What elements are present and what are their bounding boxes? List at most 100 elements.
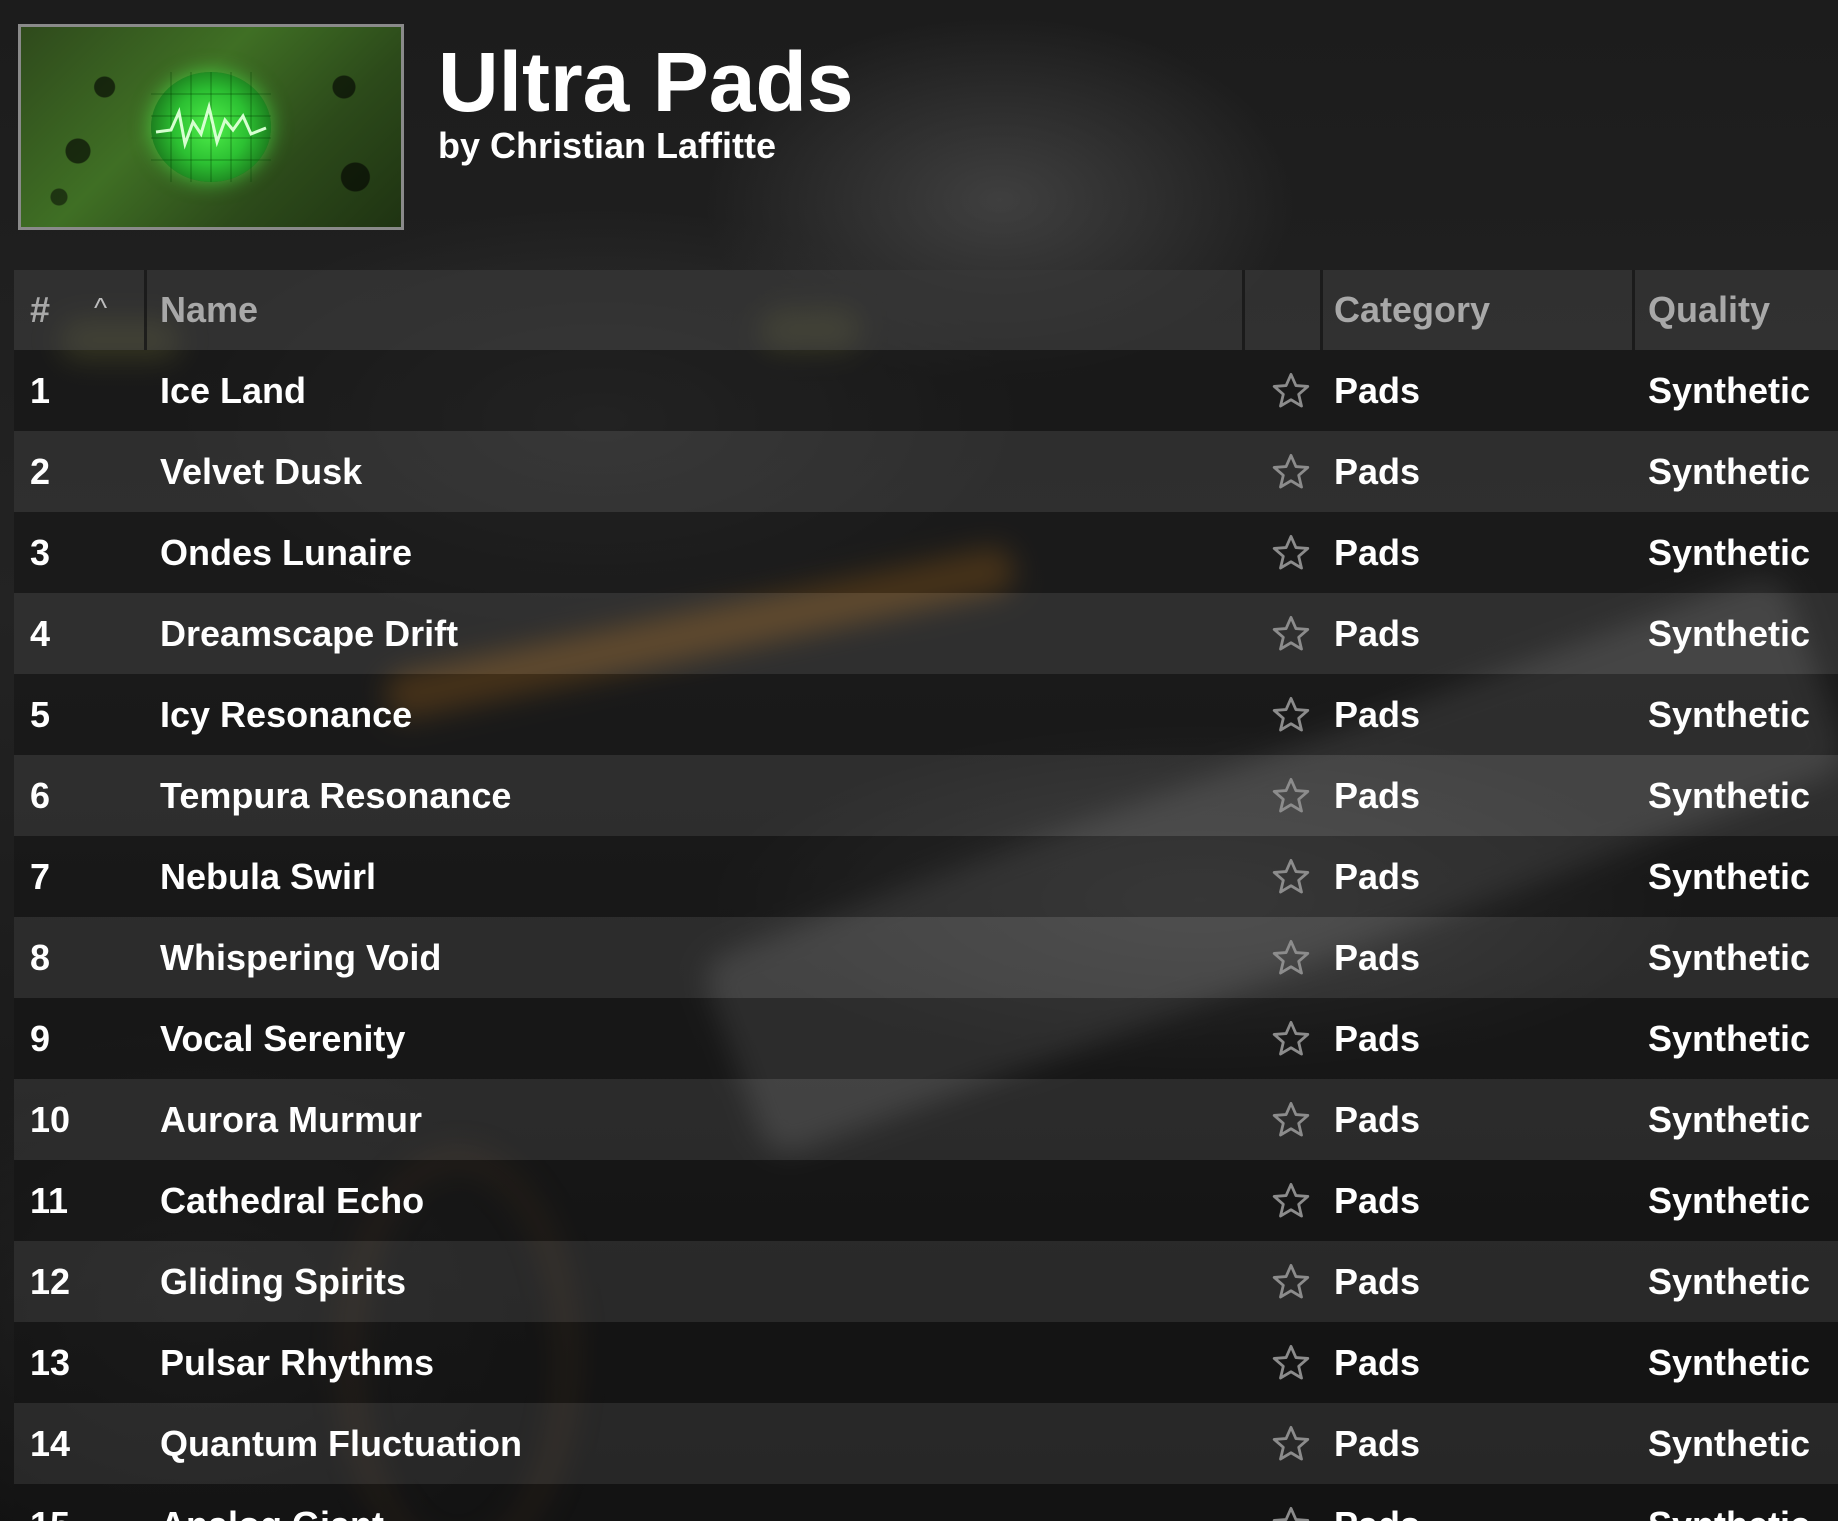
table-row[interactable]: 10 Aurora Murmur Pads Synthetic <box>14 1079 1838 1160</box>
column-divider[interactable] <box>1320 270 1323 350</box>
star-outline-icon <box>1272 939 1310 974</box>
favorite-button[interactable] <box>1256 1484 1326 1521</box>
preset-name: Gliding Spirits <box>160 1260 407 1302</box>
star-outline-icon <box>1272 1506 1310 1521</box>
star-outline-icon <box>1272 777 1310 812</box>
star-outline-icon <box>1272 615 1310 650</box>
column-header-name[interactable]: Name <box>160 270 1240 350</box>
favorite-button[interactable] <box>1256 1241 1326 1322</box>
preset-name: Nebula Swirl <box>160 855 377 897</box>
preset-category: Pads <box>1334 612 1421 654</box>
preset-category: Pads <box>1334 369 1421 411</box>
table-row[interactable]: 5 Icy Resonance Pads Synthetic <box>14 674 1838 755</box>
column-header-favorite[interactable] <box>1256 270 1326 350</box>
preset-quality: Synthetic <box>1648 1179 1811 1221</box>
star-outline-icon <box>1272 696 1310 731</box>
preset-number: 4 <box>30 612 51 654</box>
favorite-button[interactable] <box>1256 674 1326 755</box>
column-header-category[interactable]: Category <box>1334 270 1634 350</box>
preset-number: 10 <box>30 1098 71 1140</box>
star-outline-icon <box>1272 1344 1310 1379</box>
favorite-button[interactable] <box>1256 512 1326 593</box>
preset-category: Pads <box>1334 1179 1421 1221</box>
preset-browser: Ultra Pads by Christian Laffitte # ^ Nam… <box>0 0 1838 1521</box>
pack-artwork <box>18 24 404 230</box>
column-header-number[interactable]: # <box>30 270 90 350</box>
table-row[interactable]: 4 Dreamscape Drift Pads Synthetic <box>14 593 1838 674</box>
star-outline-icon <box>1272 1101 1310 1136</box>
preset-number: 5 <box>30 693 51 735</box>
favorite-button[interactable] <box>1256 593 1326 674</box>
preset-number: 9 <box>30 1017 51 1059</box>
table-row[interactable]: 8 Whispering Void Pads Synthetic <box>14 917 1838 998</box>
preset-name: Aurora Murmur <box>160 1098 423 1140</box>
favorite-button[interactable] <box>1256 350 1326 431</box>
table-row[interactable]: 9 Vocal Serenity Pads Synthetic <box>14 998 1838 1079</box>
preset-quality: Synthetic <box>1648 1017 1811 1059</box>
preset-quality: Synthetic <box>1648 369 1811 411</box>
favorite-button[interactable] <box>1256 755 1326 836</box>
preset-category: Pads <box>1334 1341 1421 1383</box>
favorite-button[interactable] <box>1256 836 1326 917</box>
star-outline-icon <box>1272 1182 1310 1217</box>
table-row[interactable]: 13 Pulsar Rhythms Pads Synthetic <box>14 1322 1838 1403</box>
column-divider[interactable] <box>144 270 147 350</box>
preset-name: Cathedral Echo <box>160 1179 425 1221</box>
pack-header: Ultra Pads by Christian Laffitte <box>18 24 1818 234</box>
favorite-button[interactable] <box>1256 917 1326 998</box>
column-divider[interactable] <box>1242 270 1245 350</box>
star-outline-icon <box>1272 372 1310 407</box>
sort-ascending-icon[interactable]: ^ <box>94 292 107 324</box>
favorite-button[interactable] <box>1256 431 1326 512</box>
table-row[interactable]: 3 Ondes Lunaire Pads Synthetic <box>14 512 1838 593</box>
table-header: # ^ Name Category Quality <box>14 270 1838 350</box>
table-row[interactable]: 11 Cathedral Echo Pads Synthetic <box>14 1160 1838 1241</box>
star-outline-icon <box>1272 1263 1310 1298</box>
preset-quality: Synthetic <box>1648 531 1811 573</box>
preset-number: 7 <box>30 855 51 897</box>
column-divider[interactable] <box>1632 270 1635 350</box>
preset-name: Vocal Serenity <box>160 1017 406 1059</box>
preset-quality: Synthetic <box>1648 1341 1811 1383</box>
preset-number: 3 <box>30 531 51 573</box>
preset-quality: Synthetic <box>1648 1484 1838 1521</box>
favorite-button[interactable] <box>1256 1403 1326 1484</box>
preset-quality: Synthetic <box>1648 1098 1811 1140</box>
column-header-quality[interactable]: Quality <box>1648 270 1838 350</box>
pack-author: by Christian Laffitte <box>438 125 777 166</box>
preset-number: 11 <box>30 1179 69 1221</box>
star-outline-icon <box>1272 534 1310 569</box>
preset-name: Icy Resonance <box>160 693 413 735</box>
favorite-button[interactable] <box>1256 1322 1326 1403</box>
table-row[interactable]: 2 Velvet Dusk Pads Synthetic <box>14 431 1838 512</box>
preset-quality: Synthetic <box>1648 936 1811 978</box>
preset-number: 12 <box>30 1260 71 1302</box>
favorite-button[interactable] <box>1256 1079 1326 1160</box>
preset-category: Pads <box>1334 693 1421 735</box>
preset-category: Pads <box>1334 1098 1421 1140</box>
table-row[interactable]: 14 Quantum Fluctuation Pads Synthetic <box>14 1403 1838 1484</box>
table-row[interactable]: 12 Gliding Spirits Pads Synthetic <box>14 1241 1838 1322</box>
preset-name: Ondes Lunaire <box>160 531 413 573</box>
preset-name: Quantum Fluctuation <box>160 1422 522 1464</box>
preset-name: Whispering Void <box>160 936 442 978</box>
preset-number: 14 <box>30 1422 71 1464</box>
favorite-button[interactable] <box>1256 1160 1326 1241</box>
favorite-button[interactable] <box>1256 998 1326 1079</box>
table-row[interactable]: 15 Analog Giant Pads Synthetic <box>14 1484 1838 1521</box>
oscilloscope-icon <box>151 72 271 182</box>
preset-number: 15 <box>30 1484 130 1521</box>
preset-quality: Synthetic <box>1648 612 1811 654</box>
star-outline-icon <box>1272 858 1310 893</box>
preset-quality: Synthetic <box>1648 1422 1811 1464</box>
preset-category: Pads <box>1334 774 1421 816</box>
preset-table: # ^ Name Category Quality 1 Ice Land Pad… <box>14 270 1838 1521</box>
table-row[interactable]: 7 Nebula Swirl Pads Synthetic <box>14 836 1838 917</box>
preset-quality: Synthetic <box>1648 450 1811 492</box>
preset-quality: Synthetic <box>1648 1260 1811 1302</box>
preset-quality: Synthetic <box>1648 693 1811 735</box>
preset-category: Pads <box>1334 1260 1421 1302</box>
preset-category: Pads <box>1334 855 1421 897</box>
table-row[interactable]: 1 Ice Land Pads Synthetic <box>14 350 1838 431</box>
table-row[interactable]: 6 Tempura Resonance Pads Synthetic <box>14 755 1838 836</box>
